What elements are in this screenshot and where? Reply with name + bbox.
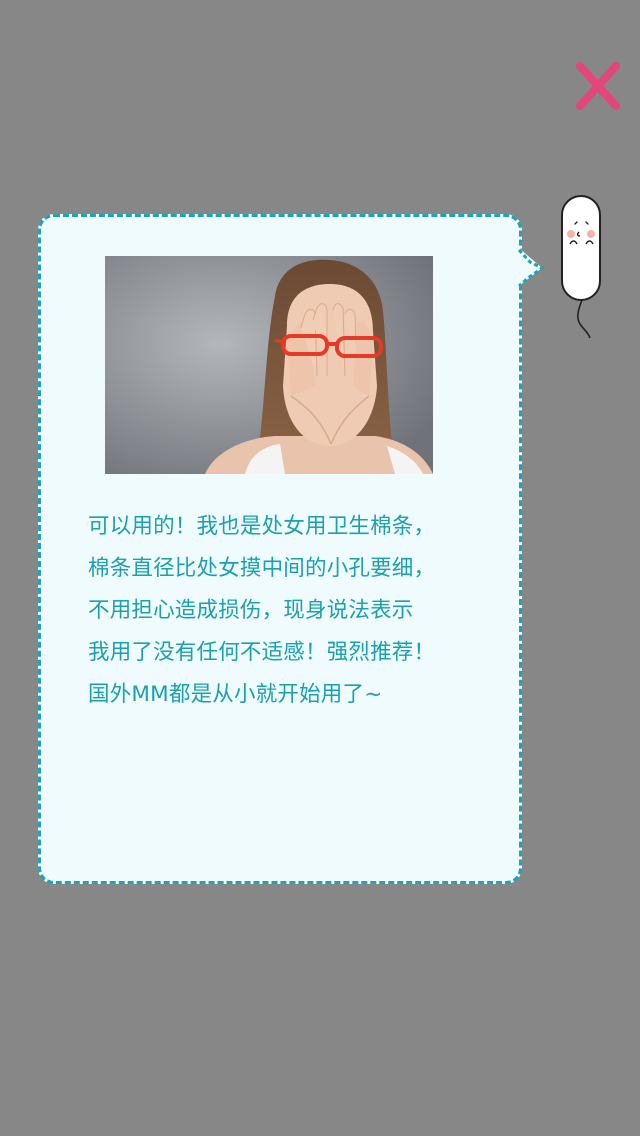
close-icon: [576, 62, 620, 110]
message-line: 我用了没有任何不适感！强烈推荐！: [88, 640, 436, 665]
message-line: 国外MM都是从小就开始用了~: [88, 682, 383, 707]
tampon-mascot-icon: [561, 195, 601, 339]
speech-bubble-tail: [517, 248, 545, 288]
message-line: 可以用的！我也是处女用卫生棉条，: [88, 514, 436, 539]
message-text: 可以用的！我也是处女用卫生棉条， 棉条直径比处女摸中间的小孔要细， 不用担心造成…: [88, 506, 488, 716]
woman-covering-face-photo: [105, 256, 433, 474]
message-line: 不用担心造成损伤，现身说法表示: [88, 598, 414, 623]
close-button[interactable]: [572, 58, 624, 114]
message-line: 棉条直径比处女摸中间的小孔要细，: [88, 556, 436, 581]
